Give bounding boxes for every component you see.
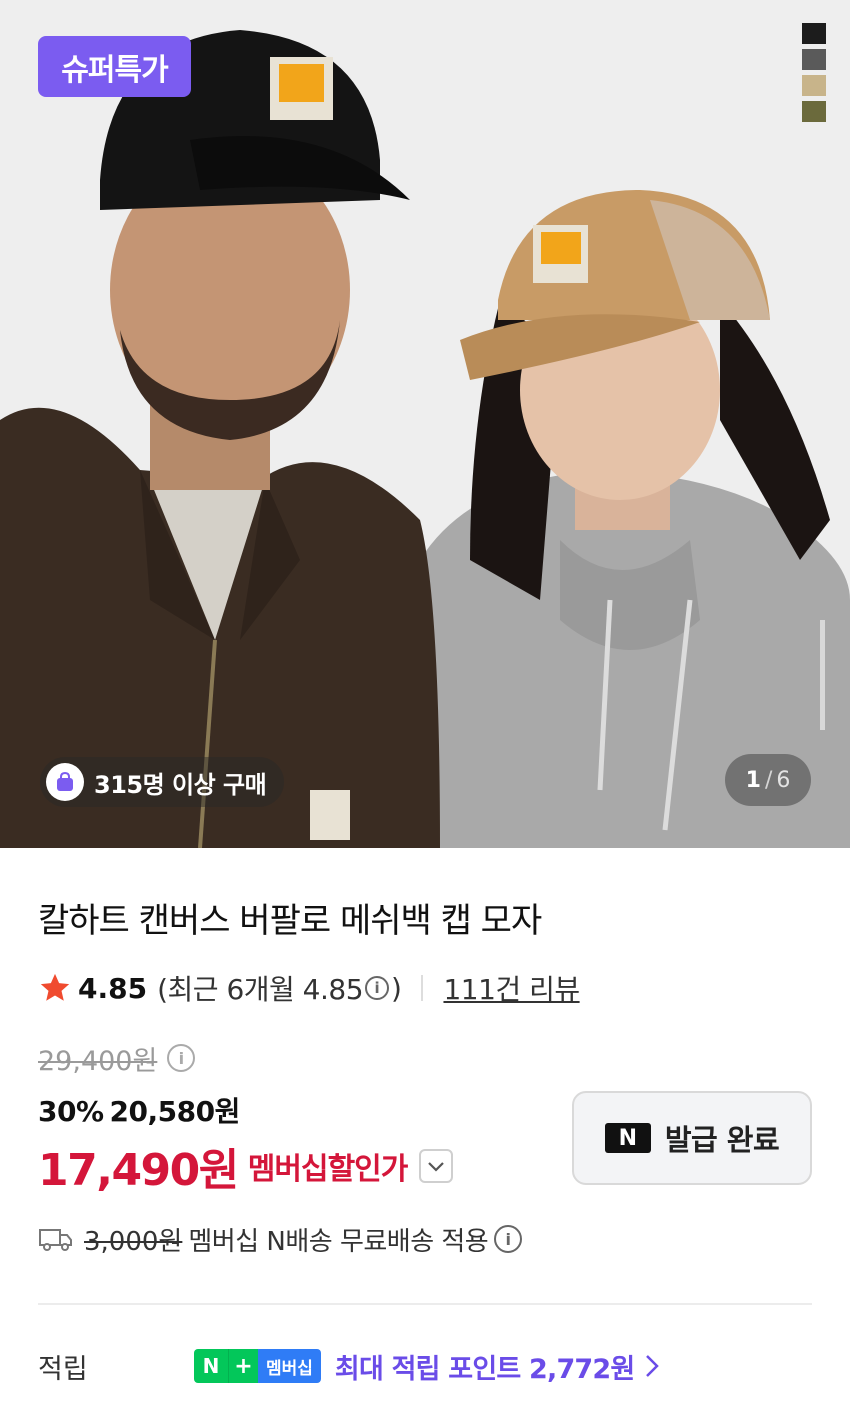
coupon-issued-button[interactable]: N 발급 완료 (572, 1091, 812, 1185)
pager-current: 1 (745, 767, 761, 793)
buyers-count-text: 315명 이상 구매 (94, 770, 267, 799)
review-count-link[interactable]: 111건 리뷰 (443, 968, 580, 1008)
product-image-carousel[interactable]: 슈퍼특가 315명 이상 구매 1 / 6 (0, 0, 850, 848)
product-title: 칼하트 캔버스 버팔로 메쉬백 캡 모자 (38, 901, 542, 941)
shipping-text: 멤버십 N배송 무료배송 적용 (188, 1226, 489, 1257)
info-icon[interactable]: i (167, 1044, 196, 1072)
naver-n-logo: N (604, 1123, 651, 1153)
badge-membership: 멤버십 (258, 1349, 321, 1383)
member-price-label: 멤버십할인가 (247, 1152, 409, 1187)
max-points-text: 최대 적립 포인트 2,772원 (334, 1353, 635, 1385)
info-icon[interactable]: i (365, 976, 390, 1000)
rating-recent: (최근 6개월 4.85 (157, 973, 364, 1006)
pager-separator: / (764, 767, 773, 793)
shipping-row: 3,000원 멤버십 N배송 무료배송 적용 i (38, 1217, 523, 1261)
buyers-count-badge: 315명 이상 구매 (40, 757, 285, 807)
info-icon[interactable]: i (494, 1225, 523, 1253)
points-label: 적립 (38, 1353, 88, 1385)
shopping-bag-icon (46, 763, 84, 801)
color-swatch[interactable] (802, 75, 826, 96)
expand-price-button[interactable] (419, 1149, 454, 1183)
pager-total: 6 (776, 767, 791, 793)
color-swatch-list (802, 23, 826, 127)
coupon-label: 발급 완료 (664, 1123, 780, 1157)
badge-plus: + (228, 1349, 258, 1383)
star-icon (40, 973, 70, 1001)
member-price-row: 17,490원 멤버십할인가 (38, 1136, 454, 1196)
rating-score: 4.85 (78, 971, 148, 1005)
product-photo (0, 0, 850, 848)
color-swatch[interactable] (802, 101, 826, 122)
badge-n: N (194, 1349, 228, 1383)
member-price: 17,490원 (38, 1145, 239, 1196)
chevron-down-icon (428, 1162, 445, 1172)
rating-row: 4.85 (최근 6개월 4.85 i ) 111건 리뷰 (38, 966, 580, 1010)
naver-plus-membership-badge: N + 멤버십 (194, 1349, 321, 1383)
discount-price: 20,580원 (109, 1095, 241, 1128)
image-pager: 1 / 6 (725, 754, 811, 806)
original-price: 29,400원 (38, 1045, 158, 1077)
shipping-old-fee: 3,000원 (84, 1226, 183, 1257)
original-price-row: 29,400원 i (38, 1038, 196, 1078)
chevron-right-icon (646, 1355, 660, 1377)
section-divider (38, 1303, 812, 1305)
points-row[interactable]: 적립 N + 멤버십 최대 적립 포인트 2,772원 (38, 1342, 812, 1390)
color-swatch[interactable] (802, 49, 826, 70)
rating-recent-close: ) (391, 971, 402, 1005)
truck-icon (39, 1229, 72, 1251)
discount-percent: 30% (38, 1095, 104, 1128)
color-swatch[interactable] (802, 23, 826, 44)
super-deal-badge: 슈퍼특가 (38, 36, 191, 97)
discount-price-row: 30% 20,580원 (38, 1090, 240, 1130)
divider (421, 975, 424, 1001)
